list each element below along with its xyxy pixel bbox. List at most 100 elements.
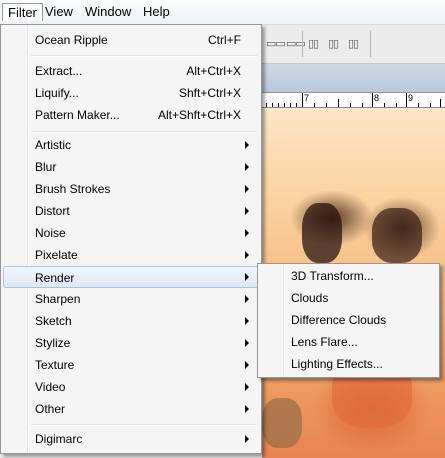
ruler-tick [314, 103, 315, 107]
menu-item-label: Liquify... [35, 86, 79, 100]
menu-item-lighting-effects[interactable]: Lighting Effects... [260, 353, 437, 375]
ruler-tick [418, 103, 419, 107]
menu-item-liquify[interactable]: Liquify... Shft+Ctrl+X [3, 82, 259, 104]
ruler-tick [290, 103, 291, 107]
ruler-tick [396, 103, 397, 107]
menu-separator [31, 131, 257, 133]
menu-bar: Filter View Window Help [0, 0, 445, 25]
menu-item-clouds[interactable]: Clouds [260, 287, 437, 309]
submenu-arrow-icon [245, 207, 249, 215]
ruler-label: 7 [304, 93, 310, 103]
menu-filter[interactable]: Filter [2, 3, 43, 21]
menu-item-extract[interactable]: Extract... Alt+Ctrl+X [3, 60, 259, 82]
menu-item-label: Other [35, 402, 66, 416]
menu-item-label: Ocean Ripple [35, 33, 108, 47]
ruler-tick [440, 99, 441, 107]
menu-item-label: Pixelate [35, 248, 78, 262]
ruler-tick [338, 99, 339, 107]
menu-item-label: Lens Flare... [291, 335, 358, 349]
ruler-label: 8 [374, 93, 380, 103]
ruler-tick [430, 103, 431, 107]
menu-separator [31, 55, 257, 57]
menu-item-3d-transform[interactable]: 3D Transform... [260, 265, 437, 287]
ruler-tick [372, 93, 373, 107]
submenu-arrow-icon [245, 435, 249, 443]
menu-item-digimarc[interactable]: Digimarc [3, 428, 259, 450]
menu-help[interactable]: Help [138, 3, 175, 20]
ruler-label: 9 [408, 93, 414, 103]
menu-item-label: 3D Transform... [291, 269, 374, 283]
submenu-arrow-icon [245, 339, 249, 347]
submenu-arrow-icon [245, 229, 249, 237]
menu-item-other[interactable]: Other [3, 398, 259, 420]
document-title-bar[interactable] [262, 64, 445, 93]
menu-item-label: Brush Strokes [35, 182, 111, 196]
menu-item-brush-strokes[interactable]: Brush Strokes [3, 178, 259, 200]
document-window: 7 8 9 [262, 64, 445, 458]
menu-item-artistic[interactable]: Artistic [3, 134, 259, 156]
menu-window[interactable]: Window [80, 3, 136, 20]
menu-item-label: Lighting Effects... [291, 357, 383, 371]
image-detail [262, 398, 302, 448]
ruler-tick [284, 103, 285, 107]
ruler-tick [326, 103, 327, 107]
image-detail [302, 203, 342, 263]
horizontal-ruler[interactable]: 7 8 9 [262, 93, 445, 108]
submenu-arrow-icon [245, 185, 249, 193]
ruler-tick [406, 93, 407, 107]
menu-item-label: Artistic [35, 138, 71, 152]
toolbar-divider [302, 31, 303, 57]
menu-item-noise[interactable]: Noise [3, 222, 259, 244]
menu-item-shortcut: Ctrl+F [208, 33, 241, 47]
menu-item-label: Pattern Maker... [35, 108, 120, 122]
menu-item-shortcut: Alt+Ctrl+X [186, 64, 241, 78]
image-detail [372, 208, 422, 263]
menu-item-stylize[interactable]: Stylize [3, 332, 259, 354]
menu-item-pixelate[interactable]: Pixelate [3, 244, 259, 266]
menu-item-label: Distort [35, 204, 70, 218]
submenu-arrow-icon [245, 273, 249, 281]
ruler-tick [302, 93, 303, 107]
menu-item-pattern-maker[interactable]: Pattern Maker... Alt+Shft+Ctrl+X [3, 104, 259, 126]
menu-item-sketch[interactable]: Sketch [3, 310, 259, 332]
ruler-tick [384, 103, 385, 107]
submenu-arrow-icon [245, 141, 249, 149]
menu-item-video[interactable]: Video [3, 376, 259, 398]
submenu-arrow-icon [245, 383, 249, 391]
distribute-center-icon[interactable]: ▯▯ [328, 37, 339, 50]
menu-item-render[interactable]: Render [3, 266, 259, 288]
menu-separator [31, 424, 257, 426]
submenu-arrow-icon [245, 317, 249, 325]
menu-item-distort[interactable]: Distort [3, 200, 259, 222]
render-submenu: 3D Transform... Clouds Difference Clouds… [257, 263, 440, 378]
menu-item-label: Blur [35, 160, 57, 174]
menu-item-label: Video [35, 380, 66, 394]
menu-item-label: Sketch [35, 314, 72, 328]
submenu-arrow-icon [245, 163, 249, 171]
menu-item-difference-clouds[interactable]: Difference Clouds [260, 309, 437, 331]
menu-item-blur[interactable]: Blur [3, 156, 259, 178]
menu-item-ocean-ripple[interactable]: Ocean Ripple Ctrl+F [3, 29, 259, 51]
menu-item-label: Noise [35, 226, 66, 240]
submenu-arrow-icon [245, 405, 249, 413]
menu-item-shortcut: Shft+Ctrl+X [178, 86, 241, 100]
ruler-tick [296, 103, 297, 107]
ruler-tick [272, 103, 273, 107]
menu-item-shortcut: Alt+Shft+Ctrl+X [157, 108, 241, 122]
menu-item-label: Extract... [35, 64, 83, 78]
menu-item-label: Sharpen [35, 292, 81, 306]
filter-menu: Ocean Ripple Ctrl+F Extract... Alt+Ctrl+… [0, 24, 262, 454]
menu-item-label: Stylize [35, 336, 71, 350]
menu-item-sharpen[interactable]: Sharpen [3, 288, 259, 310]
ruler-tick [278, 103, 279, 107]
menu-item-label: Texture [35, 358, 75, 372]
menu-item-label: Clouds [291, 291, 329, 305]
ruler-tick [266, 103, 267, 107]
menu-item-lens-flare[interactable]: Lens Flare... [260, 331, 437, 353]
ruler-tick [362, 103, 363, 107]
distribute-right-icon[interactable]: ▯▯ [348, 37, 359, 50]
distribute-left-icon[interactable]: ▯▯ [308, 37, 319, 50]
align-icon[interactable]: ▭▭ [266, 37, 286, 50]
menu-view[interactable]: View [40, 3, 78, 20]
menu-item-texture[interactable]: Texture [3, 354, 259, 376]
